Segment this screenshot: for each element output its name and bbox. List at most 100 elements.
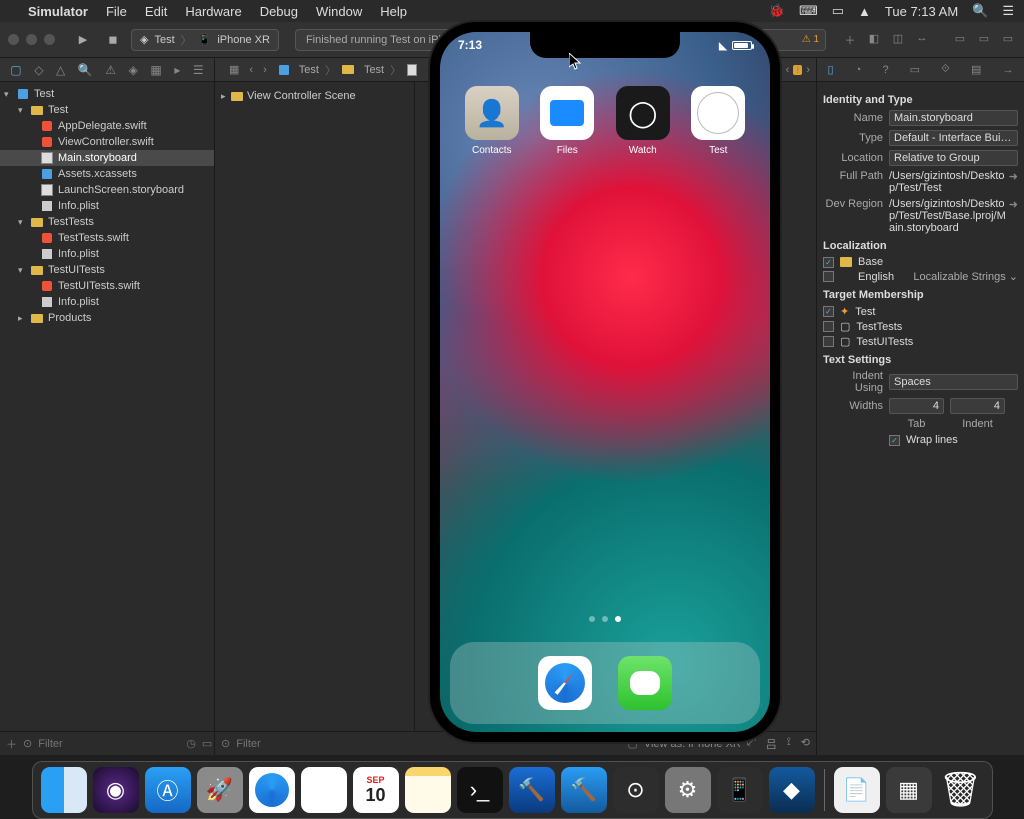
document-outline[interactable]: ▸View Controller Scene — [215, 82, 415, 731]
dock-notes[interactable] — [405, 767, 451, 813]
nav-tab-debug-icon[interactable]: ▦ — [150, 63, 161, 77]
check-loc-english[interactable] — [823, 271, 834, 282]
editor-assistant-icon[interactable]: ◫ — [890, 32, 906, 48]
menuextra-clock[interactable]: Tue 7:13 AM — [885, 4, 958, 19]
run-button[interactable]: ▶ — [71, 29, 95, 51]
check-loc-base[interactable] — [823, 257, 834, 268]
dock-appstore[interactable]: Ⓐ — [145, 767, 191, 813]
dock-messages[interactable] — [618, 656, 672, 710]
app-files[interactable]: Files — [536, 86, 598, 156]
menu-file[interactable]: File — [106, 4, 127, 19]
mini-jump-forward-icon[interactable]: › — [806, 64, 810, 76]
canvas-align-icon[interactable]: 吕 — [766, 736, 777, 752]
insp-tab-identity-icon[interactable]: ▭ — [910, 63, 920, 76]
app-test[interactable]: Test — [687, 86, 749, 156]
toggle-inspector-icon[interactable]: ▭ — [1000, 32, 1016, 48]
dock-launchpad[interactable]: 🚀 — [197, 767, 243, 813]
file-tree[interactable]: ▾Test ▾Test AppDelegate.swift ViewContro… — [0, 82, 214, 731]
dock-downloads[interactable]: ▦ — [886, 767, 932, 813]
tree-file[interactable]: LaunchScreen.storyboard — [0, 182, 214, 198]
outline-scene-row[interactable]: ▸View Controller Scene — [221, 88, 408, 104]
tree-file[interactable]: Info.plist — [0, 198, 214, 214]
related-items-icon[interactable]: ▦ — [229, 63, 239, 76]
menuextra-volume-icon[interactable]: ▲ — [858, 4, 871, 19]
select-type[interactable]: Default - Interface Builder... — [889, 130, 1018, 146]
menu-window[interactable]: Window — [316, 4, 362, 19]
tree-folder[interactable]: ▾TestTests — [0, 214, 214, 230]
editor-standard-icon[interactable]: ◧ — [866, 32, 882, 48]
window-close-button[interactable] — [8, 34, 19, 45]
menu-edit[interactable]: Edit — [145, 4, 167, 19]
nav-add-button[interactable]: ＋ — [6, 736, 17, 752]
tree-folder[interactable]: ▾Test — [0, 102, 214, 118]
window-zoom-button[interactable] — [44, 34, 55, 45]
canvas-pin-icon[interactable]: ⟟ — [787, 736, 791, 752]
insp-tab-history-icon[interactable]: ◔ — [855, 64, 862, 76]
dock-xcode[interactable]: 🔨 — [561, 767, 607, 813]
simulator-window[interactable]: 7:13 👤Contacts Files ◯Watch Test — [430, 22, 780, 742]
jump-back-icon[interactable]: ‹ — [249, 64, 253, 76]
tree-file[interactable]: TestTests.swift — [0, 230, 214, 246]
nav-tab-symbol-icon[interactable]: △ — [56, 63, 65, 77]
insp-tab-connections-icon[interactable]: → — [1002, 64, 1013, 76]
tree-file[interactable]: Info.plist — [0, 294, 214, 310]
app-watch[interactable]: ◯Watch — [612, 86, 674, 156]
nav-filter-input[interactable] — [38, 738, 180, 750]
menuextra-spotlight-icon[interactable]: 🔍 — [972, 3, 988, 19]
check-target-testuitests[interactable] — [823, 336, 834, 347]
dock-finder[interactable] — [41, 767, 87, 813]
nav-tab-source-icon[interactable]: ◇ — [34, 63, 43, 77]
menu-help[interactable]: Help — [380, 4, 407, 19]
dock-siri[interactable]: ◉ — [93, 767, 139, 813]
nav-tab-test-icon[interactable]: ◈ — [129, 63, 138, 77]
tree-file[interactable]: ViewController.swift — [0, 134, 214, 150]
nav-tab-project-icon[interactable]: ▢ — [10, 63, 21, 77]
editor-version-icon[interactable]: ↔ — [914, 32, 930, 48]
select-loc-strings[interactable]: Localizable Strings ⌄ — [913, 270, 1018, 283]
tree-file-selected[interactable]: Main.storyboard — [0, 150, 214, 166]
library-button[interactable]: ＋ — [842, 32, 858, 48]
insp-tab-file-icon[interactable]: ▯ — [828, 63, 834, 76]
insp-tab-attributes-icon[interactable]: ⟐ — [941, 63, 950, 76]
stop-button[interactable]: ◼ — [101, 29, 125, 51]
nav-tab-breakpoint-icon[interactable]: ▸ — [174, 63, 180, 77]
select-location[interactable]: Relative to Group — [889, 150, 1018, 166]
tree-project-root[interactable]: ▾Test — [0, 86, 214, 102]
devregion-arrow-icon[interactable]: ➜ — [1009, 198, 1018, 211]
menuextra-list-icon[interactable]: ☰ — [1002, 3, 1014, 19]
tree-file[interactable]: TestUITests.swift — [0, 278, 214, 294]
dock-simulator[interactable]: 📱 — [717, 767, 763, 813]
app-contacts[interactable]: 👤Contacts — [461, 86, 523, 156]
stepper-indent-width[interactable]: 4 — [950, 398, 1005, 414]
toggle-debug-icon[interactable]: ▭ — [976, 32, 992, 48]
tree-file[interactable]: Assets.xcassets — [0, 166, 214, 182]
toggle-navigator-icon[interactable]: ▭ — [952, 32, 968, 48]
page-indicator[interactable] — [440, 616, 770, 622]
fullpath-arrow-icon[interactable]: ➜ — [1009, 170, 1018, 183]
app-menu[interactable]: Simulator — [28, 4, 88, 19]
warning-badge[interactable]: ⚠ 1 — [802, 34, 819, 45]
dock-app-generic[interactable]: ◆ — [769, 767, 815, 813]
menu-debug[interactable]: Debug — [260, 4, 298, 19]
menuextra-ladybug-icon[interactable]: 🐞 — [769, 3, 785, 19]
mini-warning-badge[interactable]: ! — [793, 65, 802, 75]
tree-file[interactable]: AppDelegate.swift — [0, 118, 214, 134]
nav-scm-icon[interactable]: ▭ — [202, 737, 212, 750]
mini-jump-back-icon[interactable]: ‹ — [786, 64, 790, 76]
nav-tab-find-icon[interactable]: 🔍 — [78, 63, 93, 77]
dock-xcode-beta[interactable]: 🔨 — [509, 767, 555, 813]
dock-trash[interactable]: 🗑 — [938, 767, 984, 813]
stepper-tab-width[interactable]: 4 — [889, 398, 944, 414]
field-name[interactable]: Main.storyboard — [889, 110, 1018, 126]
insp-tab-help-icon[interactable]: ? — [882, 64, 888, 76]
dock-safari[interactable] — [538, 656, 592, 710]
ios-dock[interactable] — [450, 642, 760, 724]
nav-tab-issue-icon[interactable]: ⚠ — [105, 63, 116, 77]
dock-safari[interactable] — [249, 767, 295, 813]
menuextra-input-icon[interactable]: ⌨︎ — [799, 3, 818, 19]
menu-hardware[interactable]: Hardware — [185, 4, 241, 19]
dock-terminal[interactable]: ›_ — [457, 767, 503, 813]
check-target-testtests[interactable] — [823, 321, 834, 332]
scheme-selector[interactable]: ◈Test〉 📱iPhone XR — [131, 29, 279, 51]
nav-recent-icon[interactable]: ◷ — [186, 737, 196, 750]
